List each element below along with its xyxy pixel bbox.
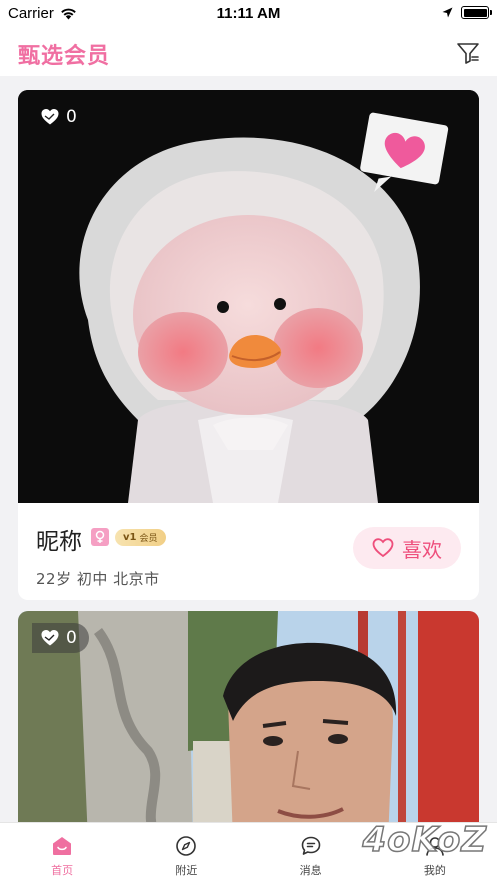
like-count: 0 [66, 107, 77, 127]
watermark-logo: 4oKoZ [362, 819, 487, 861]
heart-hand-icon [41, 630, 59, 646]
member-photo[interactable] [18, 611, 479, 841]
female-icon [91, 528, 109, 546]
status-time: 11:11 AM [216, 5, 281, 22]
battery-icon [461, 6, 492, 19]
message-icon [301, 836, 320, 855]
heart-outline-icon [372, 538, 394, 558]
tab-label: 我的 [423, 864, 446, 877]
tab-home[interactable]: 首页 [0, 823, 124, 883]
tab-label: 首页 [51, 864, 74, 877]
tab-nearby[interactable]: 附近 [124, 823, 248, 883]
like-button-label: 喜欢 [402, 537, 442, 562]
vip-level: v1 [123, 532, 137, 543]
member-info: 22岁 初中 北京市 [36, 570, 160, 588]
member-photo[interactable] [18, 90, 479, 503]
status-bar: Carrier 11:11 AM [0, 0, 497, 28]
like-button[interactable]: 喜欢 [353, 527, 461, 569]
vip-text: 会员 [139, 534, 158, 544]
status-right [442, 6, 492, 19]
page-header: 甄选会员 [0, 28, 497, 76]
vip-badge: v1 会员 [115, 529, 166, 546]
tab-label: 附近 [175, 864, 198, 877]
member-card[interactable]: 0 [18, 611, 479, 841]
member-card[interactable]: 0 昵称 v1 会员 22岁 初中 北京市 喜欢 [18, 90, 479, 600]
like-count-badge: 0 [32, 623, 89, 653]
like-count: 0 [66, 628, 77, 648]
like-count-badge: 0 [32, 102, 89, 132]
home-icon [53, 837, 72, 855]
member-nickname: 昵称 [36, 529, 82, 555]
page-title: 甄选会员 [18, 44, 111, 69]
compass-icon [176, 836, 197, 856]
tab-label: 消息 [299, 864, 322, 877]
filter-icon[interactable] [455, 40, 481, 66]
heart-hand-icon [41, 109, 59, 125]
tab-messages[interactable]: 消息 [249, 823, 373, 883]
location-arrow-icon [442, 7, 453, 18]
